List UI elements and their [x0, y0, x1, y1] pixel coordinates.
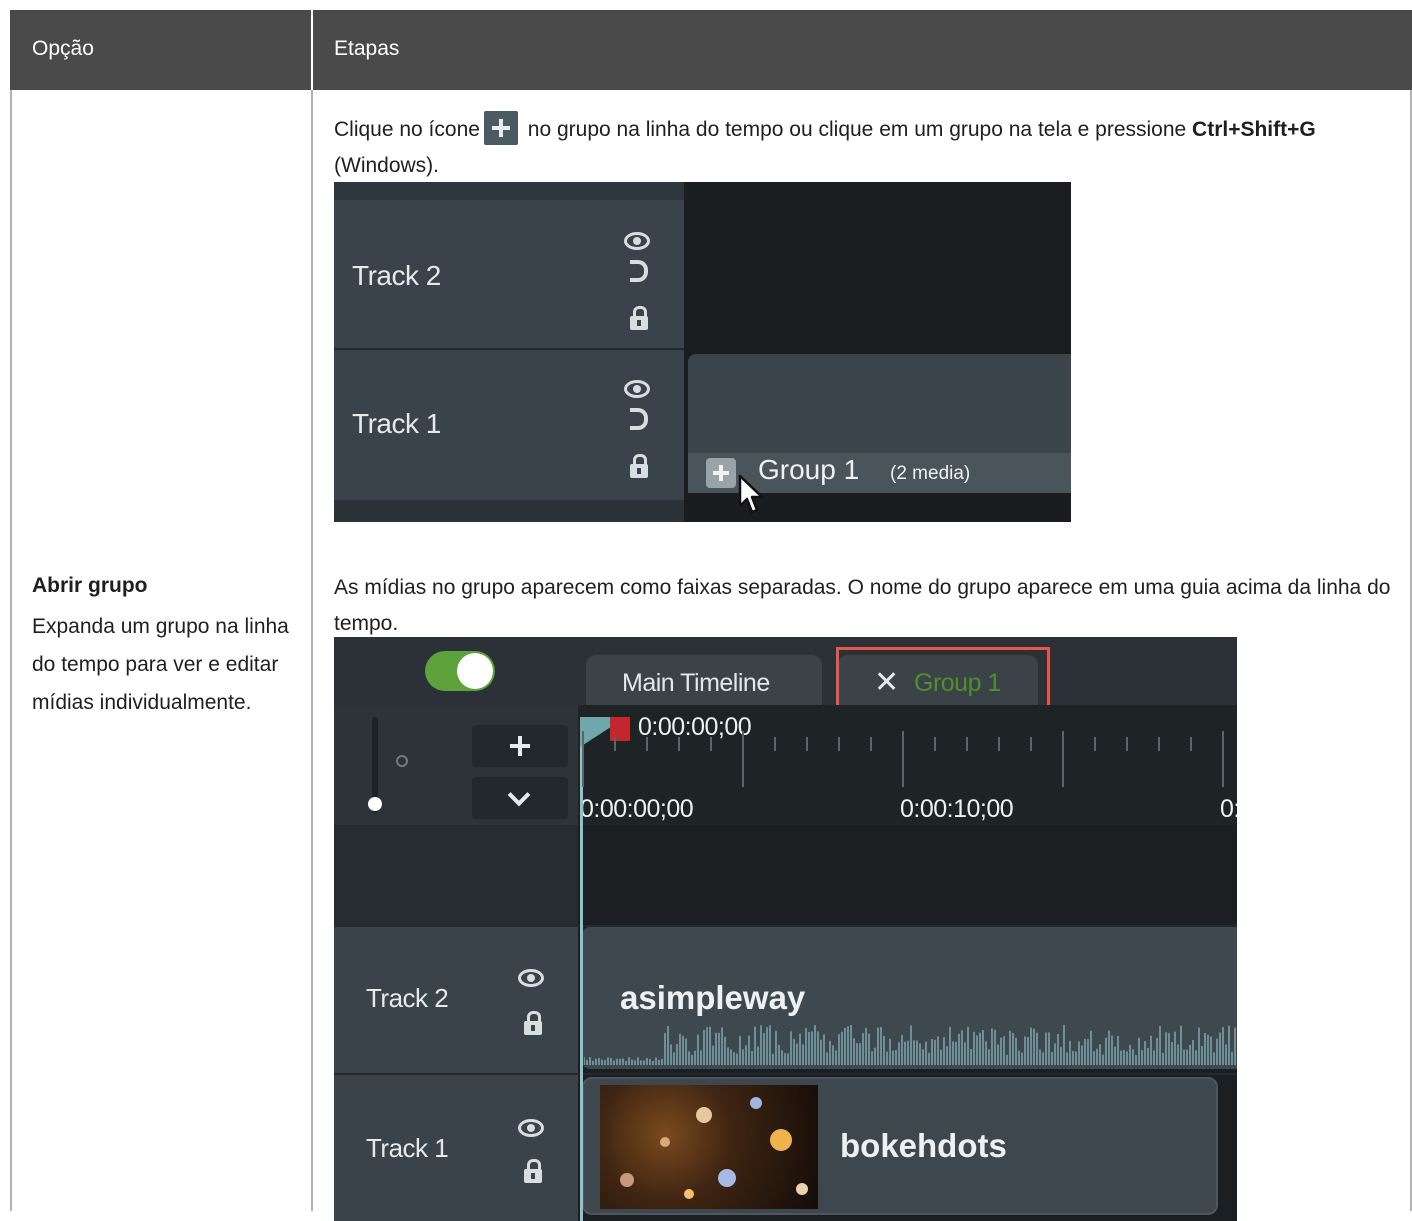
ruler-tick [1126, 737, 1128, 751]
track-header-strip [334, 182, 684, 200]
ruler-tick [1030, 737, 1032, 751]
playhead-line[interactable] [580, 717, 583, 1221]
ruler-tick [1158, 737, 1160, 751]
table-header: Opção Etapas [10, 10, 1412, 90]
options-table: Opção Etapas Abrir grupo Expanda um grup… [10, 10, 1412, 1211]
option-title: Abrir grupo [32, 574, 148, 598]
eye-icon[interactable] [624, 232, 650, 250]
ruler-tick [582, 731, 584, 787]
ruler-tick [1190, 737, 1192, 751]
step-paragraph-1: Clique no ícone no grupo na linha do tem… [334, 111, 1394, 184]
step1-text-b: no grupo na linha do tempo ou clique em … [522, 118, 1192, 141]
track-1-label: Track 1 [366, 1133, 448, 1164]
tab-main-label: Main Timeline [622, 669, 770, 698]
timeline-screenshot-2: Main Timeline ✕ Group 1 0:00:00;00 0:00:… [334, 637, 1237, 1221]
table-left-border [10, 90, 12, 1211]
group-name: Group 1 [758, 454, 859, 486]
header-steps: Etapas [334, 37, 399, 61]
tab-main-timeline[interactable]: Main Timeline [586, 655, 822, 705]
waveform-path [584, 1025, 1235, 1065]
track-2-label: Track 2 [352, 260, 441, 292]
ruler-tick [646, 737, 648, 751]
ruler-tick [1094, 737, 1096, 751]
timeline-screenshot-1: Track 2 Track 1 Group 1 (2 media) [334, 182, 1071, 522]
ruler-tick [710, 737, 712, 751]
empty-track-header [334, 825, 578, 925]
chevron-down-icon[interactable] [472, 777, 568, 819]
track-1-label: Track 1 [352, 408, 441, 440]
ruler-tick [614, 737, 616, 751]
lock-icon[interactable] [524, 1169, 542, 1183]
current-time: 0:00:00;00 [638, 713, 751, 742]
track-header-footer [334, 500, 684, 522]
eye-icon[interactable] [518, 1119, 544, 1137]
audio-waveform [584, 1009, 1237, 1065]
ruler-tick [774, 737, 776, 751]
ruler-tick [934, 737, 936, 751]
track-separator [334, 348, 684, 350]
group-media-count: (2 media) [890, 463, 970, 485]
lock-icon[interactable] [630, 316, 648, 330]
plus-icon [484, 111, 518, 145]
magnet-icon[interactable] [630, 260, 648, 282]
ruler-label-10: 0:00:10;00 [900, 795, 1013, 824]
header-divider [311, 10, 313, 90]
ruler-tick [838, 737, 840, 751]
eye-icon[interactable] [518, 969, 544, 987]
track-2-label: Track 2 [366, 983, 448, 1014]
playhead-marker[interactable] [610, 717, 630, 741]
ruler-tick [966, 737, 968, 751]
ruler-tick [998, 737, 1000, 751]
ruler-label-0: 0:00:00;00 [580, 795, 693, 824]
ruler-tick [902, 731, 904, 787]
header-option: Opção [32, 37, 94, 61]
video-clip-name: bokehdots [840, 1127, 1007, 1165]
expand-group-plus-icon[interactable] [706, 458, 736, 488]
empty-track-area [684, 182, 1071, 352]
highlight-box [836, 647, 1050, 713]
step-paragraph-2: As mídias no grupo aparecem como faixas … [334, 570, 1394, 642]
step1-text-c: (Windows). [334, 154, 439, 177]
step1-text-a: Clique no ícone [334, 118, 480, 141]
option-description: Expanda um grupo na linha do tempo para … [32, 608, 292, 722]
ruler-tick [806, 737, 808, 751]
eye-icon[interactable] [624, 380, 650, 398]
shortcut-text: Ctrl+Shift+G [1192, 118, 1316, 141]
zoom-slider-knob[interactable] [368, 797, 382, 811]
ruler-tick [1062, 731, 1064, 787]
zoom-icon [396, 755, 408, 767]
lock-icon[interactable] [524, 1021, 542, 1035]
video-thumbnail [600, 1085, 818, 1209]
add-track-button[interactable] [472, 725, 568, 767]
lock-icon[interactable] [630, 464, 648, 478]
ruler-tick [678, 737, 680, 751]
ruler-label-20: 0: [1220, 795, 1237, 824]
ruler-tick [742, 731, 744, 787]
mouse-cursor-icon [738, 474, 766, 516]
ruler-tick [1222, 731, 1224, 787]
ruler-tick [870, 737, 872, 751]
magnet-icon[interactable] [630, 408, 648, 430]
timeline-toggle[interactable] [425, 651, 495, 691]
column-divider [311, 10, 313, 1211]
